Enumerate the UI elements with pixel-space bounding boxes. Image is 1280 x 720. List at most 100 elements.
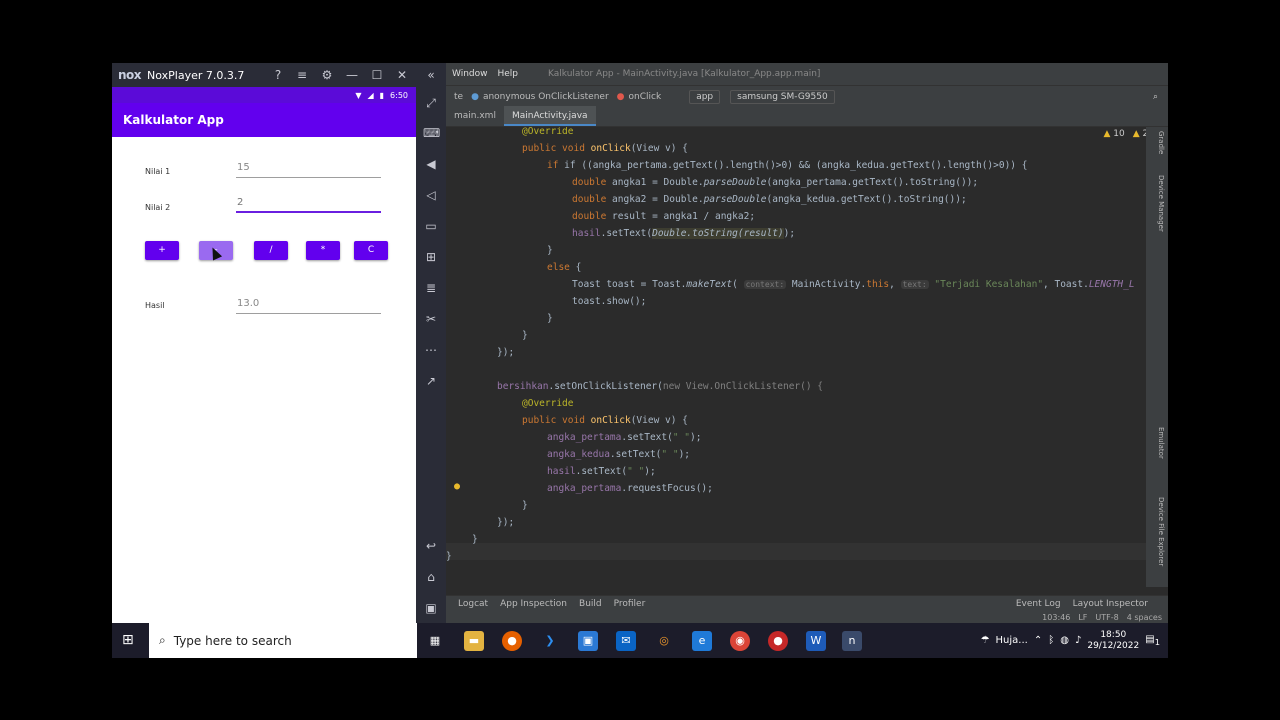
nilai2-input[interactable]: 2 — [236, 195, 381, 213]
tray-chevron-icon[interactable]: ⌃ — [1034, 635, 1042, 646]
volume-up-icon[interactable]: ◀ — [423, 156, 439, 172]
maximize-icon[interactable]: ☐ — [369, 67, 385, 83]
settings-icon[interactable]: ⚙ — [319, 67, 335, 83]
chrome-icon[interactable]: ◉ — [730, 631, 750, 651]
tool-build[interactable]: Build — [579, 599, 602, 609]
tool-layout-inspector[interactable]: Layout Inspector — [1073, 599, 1148, 609]
code-line: } — [446, 551, 452, 562]
notification-icon[interactable]: ▤1 — [1145, 634, 1160, 647]
nilai2-label: Nilai 2 — [145, 203, 171, 212]
tab-gradle[interactable]: Gradle — [1157, 131, 1165, 154]
tool-app-inspection[interactable]: App Inspection — [500, 599, 567, 609]
nilai1-label: Nilai 1 — [145, 167, 171, 176]
scissors-icon[interactable]: ✂ — [423, 311, 439, 327]
menu-help[interactable]: Help — [498, 69, 519, 79]
clock-date: 29/12/2022 — [1087, 640, 1140, 651]
file-explorer-icon[interactable]: ▬ — [464, 631, 484, 651]
mail-icon[interactable]: ✉ — [616, 631, 636, 651]
more-icon[interactable]: ⋯ — [423, 342, 439, 358]
keyboard-icon[interactable]: ⌨ — [423, 125, 440, 141]
record-icon[interactable]: ● — [768, 631, 788, 651]
share-icon[interactable]: ↗ — [423, 373, 439, 389]
bluetooth-icon[interactable]: ᛒ — [1048, 635, 1054, 646]
firefox-icon[interactable]: ● — [502, 631, 522, 651]
right-tool-strip: Gradle Device Manager Emulator Device Fi… — [1146, 127, 1168, 587]
nox-titlebar: nox NoxPlayer 7.0.3.7 ? ≡ ⚙ — ☐ ✕ — [112, 63, 416, 87]
search-placeholder: Type here to search — [173, 633, 292, 648]
code-line: hasil.setText(" "); — [547, 466, 656, 477]
device-select[interactable]: samsung SM-G9550 — [730, 89, 835, 104]
multi-instance-icon[interactable]: ≣ — [423, 280, 439, 296]
battery-icon: ▮ — [379, 90, 385, 100]
breadcrumb-listener[interactable]: ● anonymous OnClickListener — [471, 92, 609, 102]
clock[interactable]: 18:50 29/12/2022 — [1087, 630, 1139, 652]
tool-event-log[interactable]: Event Log — [1016, 599, 1061, 609]
code-line: double result = angka1 / angka2; — [572, 211, 756, 222]
collapse-icon[interactable]: « — [423, 67, 439, 83]
menu-window[interactable]: Window — [452, 69, 488, 79]
tool-logcat[interactable]: Logcat — [458, 599, 488, 609]
tab-main-xml[interactable]: main.xml — [446, 106, 504, 126]
code-line: angka_pertama.requestFocus(); — [547, 483, 713, 494]
search-icon[interactable]: ⌕ — [1153, 92, 1158, 102]
screen-icon[interactable]: ▭ — [423, 218, 439, 234]
screen: nox NoxPlayer 7.0.3.7 ? ≡ ⚙ — ☐ ✕ ▼ ◢ ▮ … — [112, 63, 1168, 658]
code-line: } — [522, 330, 528, 341]
android-studio-window: Window Help Kalkulator App - MainActivit… — [446, 63, 1168, 623]
caret-position[interactable]: 103:46 — [1042, 613, 1070, 622]
task-view-icon[interactable]: ▦ — [425, 631, 445, 651]
tab-device-file-explorer[interactable]: Device File Explorer — [1157, 497, 1165, 566]
weather-label[interactable]: Huja... — [996, 635, 1028, 646]
indent-setting[interactable]: 4 spaces — [1127, 613, 1162, 622]
network-icon[interactable]: ◍ — [1060, 635, 1069, 646]
add-button[interactable]: + — [145, 241, 179, 260]
divide-button[interactable]: / — [254, 241, 288, 260]
code-editor[interactable]: @Override public void onClick(View v) { … — [446, 127, 1146, 587]
lightbulb-icon[interactable]: ● — [454, 481, 460, 492]
apk-icon[interactable]: ⊞ — [423, 249, 439, 265]
code-line: } — [547, 313, 553, 324]
tool-profiler[interactable]: Profiler — [614, 599, 646, 609]
code-line: } — [472, 534, 478, 545]
tab-device-manager[interactable]: Device Manager — [1157, 175, 1165, 232]
word-icon[interactable]: W — [806, 631, 826, 651]
volume-icon[interactable]: ♪ — [1075, 635, 1081, 646]
nox-side-toolbar: « ⤢ ⌨ ◀ ◁ ▭ ⊞ ≣ ✂ ⋯ ↗ ↩ ⌂ ▣ — [416, 63, 446, 623]
line-separator[interactable]: LF — [1078, 613, 1087, 622]
code-line: Toast toast = Toast.makeText( context: M… — [572, 279, 1135, 290]
editor-tabs: main.xml MainActivity.java — [446, 106, 1168, 127]
vscode-icon[interactable]: ❯ — [540, 631, 560, 651]
nox-title: NoxPlayer 7.0.3.7 — [147, 68, 245, 82]
windows-start-icon[interactable]: ⊞ — [122, 632, 138, 648]
tab-mainactivity[interactable]: MainActivity.java — [503, 106, 596, 126]
nilai1-input[interactable]: 15 — [236, 160, 381, 178]
menu-icon[interactable]: ≡ — [294, 67, 310, 83]
recents-icon[interactable]: ▣ — [423, 600, 439, 616]
multiply-button[interactable]: * — [306, 241, 340, 260]
back-icon[interactable]: ↩ — [423, 538, 439, 554]
breadcrumb-onclick[interactable]: ● onClick — [617, 92, 662, 102]
home-icon[interactable]: ⌂ — [423, 569, 439, 585]
clear-button[interactable]: C — [354, 241, 388, 260]
file-encoding[interactable]: UTF-8 — [1095, 613, 1118, 622]
run-config-select[interactable]: app — [689, 89, 721, 104]
minimize-icon[interactable]: — — [344, 67, 360, 83]
app-title: Kalkulator App — [112, 103, 416, 137]
taskbar-search[interactable]: ⌕ Type here to search — [149, 623, 417, 658]
clock-time: 18:50 — [1100, 629, 1127, 640]
signal-icon: ◢ — [367, 90, 374, 100]
edge-icon[interactable]: e — [692, 631, 712, 651]
volume-down-icon[interactable]: ◁ — [423, 187, 439, 203]
fullscreen-icon[interactable]: ⤢ — [423, 95, 439, 111]
blender-icon[interactable]: ◎ — [654, 631, 674, 651]
nox-taskbar-icon[interactable]: n — [842, 631, 862, 651]
tab-emulator[interactable]: Emulator — [1157, 427, 1165, 459]
code-line: toast.show(); — [572, 296, 647, 307]
close-icon[interactable]: ✕ — [394, 67, 410, 83]
breadcrumb-te[interactable]: te — [454, 92, 463, 102]
store-icon[interactable]: ▣ — [578, 631, 598, 651]
code-line: bersihkan.setOnClickListener(new View.On… — [497, 381, 824, 392]
help-icon[interactable]: ? — [270, 67, 286, 83]
nox-emulator-window: nox NoxPlayer 7.0.3.7 ? ≡ ⚙ — ☐ ✕ ▼ ◢ ▮ … — [112, 63, 416, 623]
search-icon: ⌕ — [159, 633, 166, 647]
